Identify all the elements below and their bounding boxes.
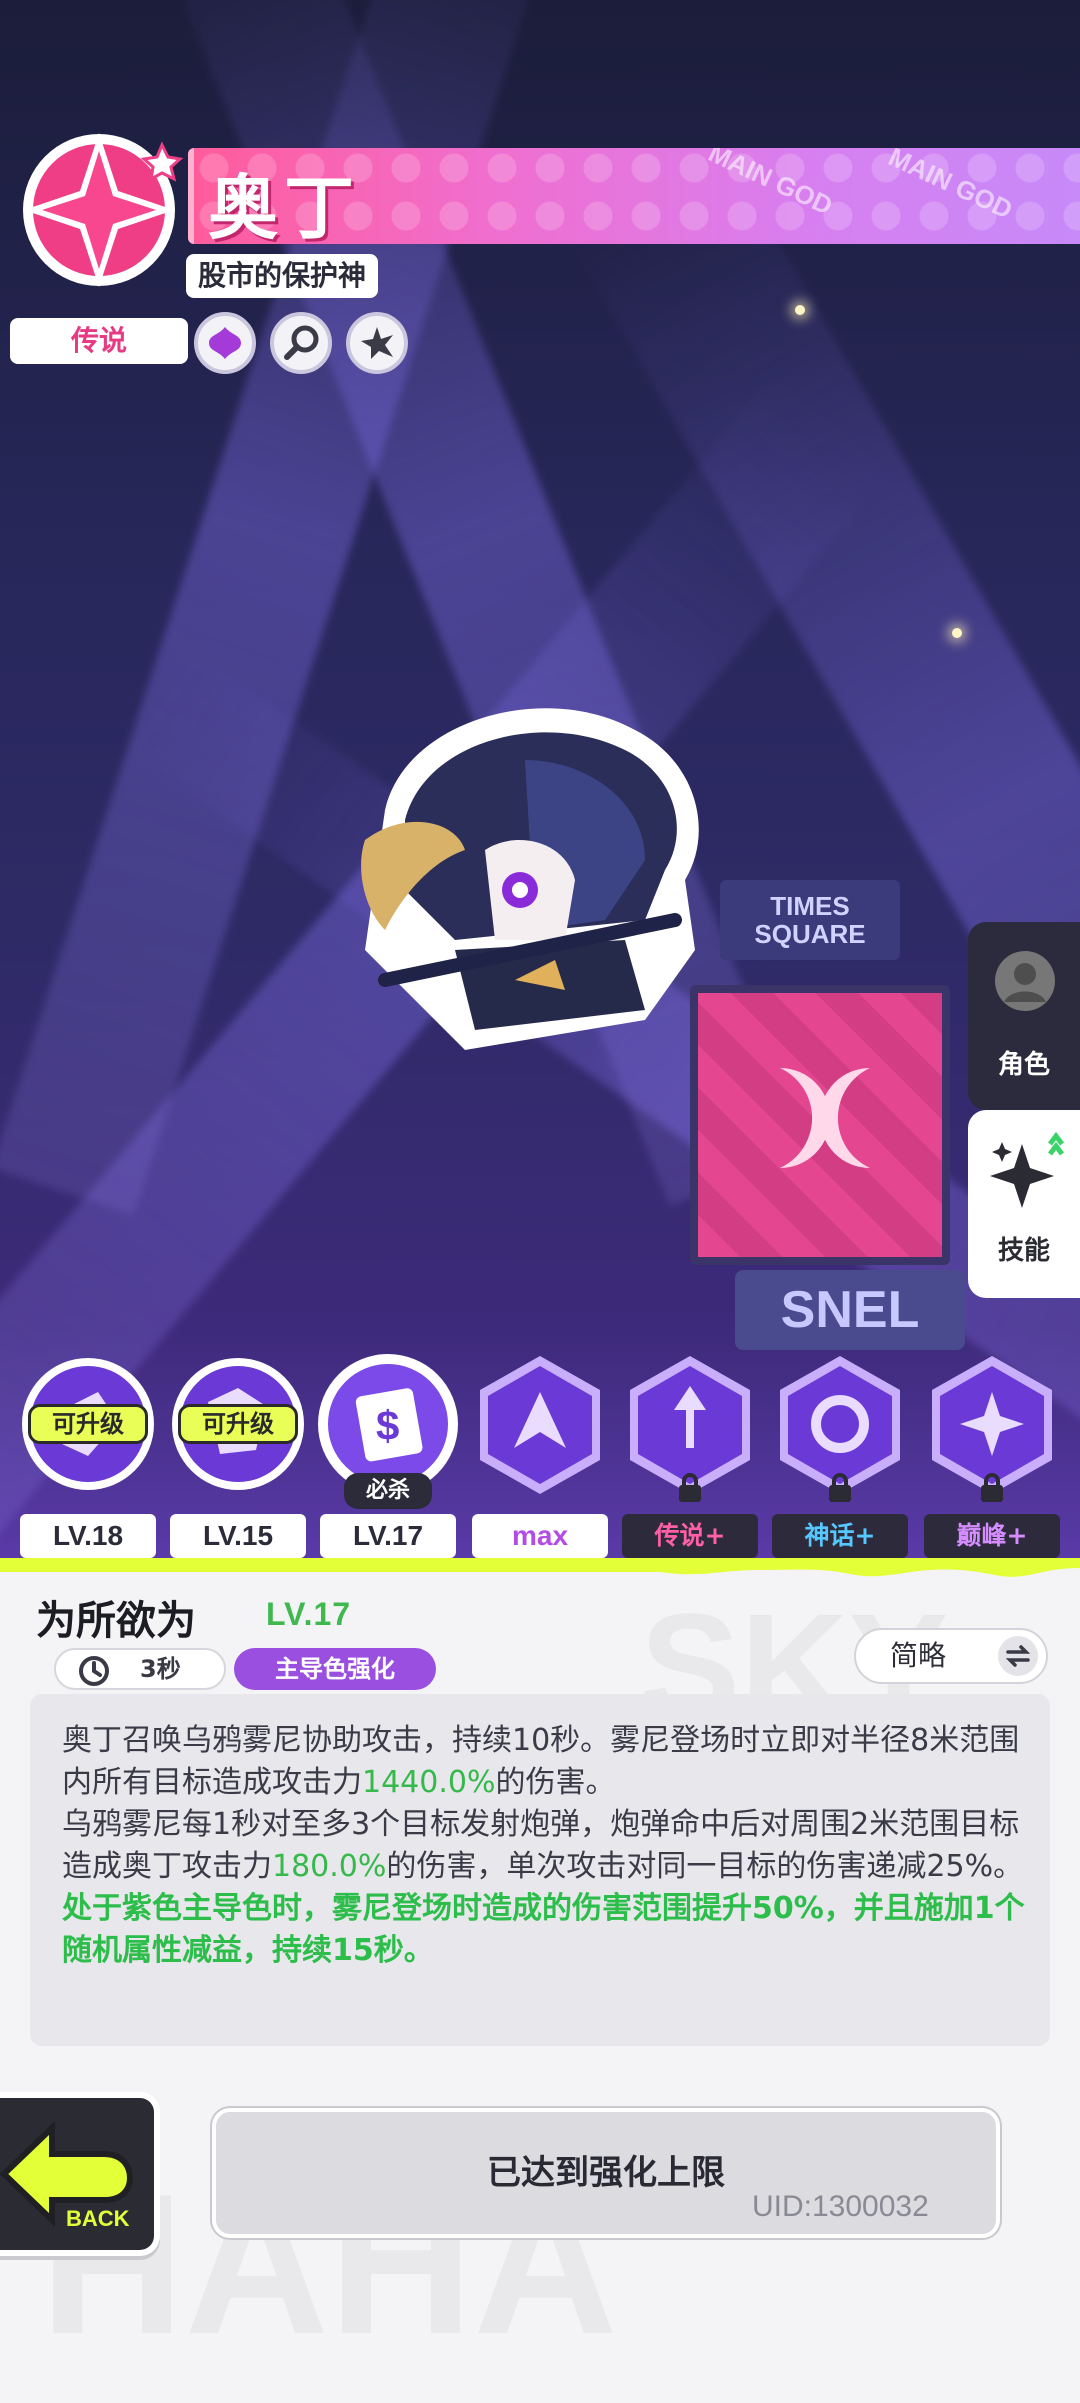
upgrade-available-badge: 可升级 [28,1404,148,1444]
hero-name-banner: MAIN GOD MAIN GOD 奥丁 [188,148,1080,244]
lock-icon [981,1473,1003,1502]
legendary-star-emblem [23,133,184,287]
tab-skills[interactable]: 技能 [968,1110,1080,1298]
skill-level: LV.17 [266,1596,352,1632]
skill-slot-1[interactable]: 可升级 [18,1352,158,1502]
slime-divider [0,1558,1080,1577]
avatar-icon [995,951,1055,1011]
skill-name: 为所欲为 [36,1598,196,1644]
lock-icon [679,1473,701,1502]
burst-icon[interactable] [346,312,408,374]
hero-character-sprite [361,708,699,1050]
moon-icon [780,1068,870,1168]
svg-text:$: $ [376,1402,399,1449]
desc-paragraph-2: 乌鸦雾尼每1秒对至多3个目标发射炮弹，炮弹命中后对周围2米范围目标造成奥丁攻击力… [62,1807,1024,1884]
role-tag: 主导色强化 [234,1648,436,1690]
billboard-times-square: TIMES SQUARE [720,880,900,960]
cooldown-pill: 3秒 [54,1648,226,1690]
tab-character[interactable]: 角色 [968,922,1080,1110]
skill-4-icon [480,1356,600,1494]
back-button[interactable]: BACK [0,2092,160,2256]
hero-title: 股市的保护神 [186,254,379,298]
sparkle-skill-icon [990,1132,1064,1208]
skill-description: 奥丁召唤乌鸦雾尼协助攻击，持续10秒。雾尼登场时立即对半径8米范围内所有目标造成… [30,1694,1050,2046]
user-id: UID:1300032 [752,2190,929,2223]
skill-slot-5[interactable] [620,1352,760,1502]
ultimate-tag: 必杀 [344,1473,432,1509]
desc-paragraph-3: 处于紫色主导色时，雾尼登场时造成的伤害范围提升50%，并且施加1个随机属性减益，… [62,1891,1025,1968]
star-sparkle [952,628,962,638]
skill-slot-6[interactable] [770,1352,910,1502]
upgrade-available-badge: 可升级 [178,1404,298,1444]
billboard-snel: SNEL [735,1270,965,1350]
lock-icon [829,1473,851,1502]
tab-character-label: 角色 [997,1050,1050,1080]
svg-text:BACK: BACK [66,2206,130,2231]
cooldown-clock-icon [79,1656,109,1686]
swap-icon [998,1636,1038,1676]
tab-skills-label: 技能 [997,1236,1050,1266]
star-sparkle [795,305,805,315]
skill-slot-2[interactable]: 可升级 [168,1352,308,1502]
hero-name: 奥丁 [208,167,360,244]
skill-slot-7[interactable] [922,1352,1062,1502]
back-arrow-icon: BACK [0,2120,134,2231]
brief-toggle-button[interactable]: 简略 [854,1628,1048,1684]
brief-toggle-label: 简略 [890,1639,947,1672]
rarity-badge: 传说 [10,318,188,364]
purple-element-icon[interactable] [194,312,256,374]
magnifier-icon[interactable] [270,312,332,374]
cooldown-value: 3秒 [140,1655,181,1683]
skill-slot-4[interactable] [470,1352,610,1502]
desc-paragraph-1: 奥丁召唤乌鸦雾尼协助攻击，持续10秒。雾尼登场时立即对半径8米范围内所有目标造成… [62,1723,1020,1800]
